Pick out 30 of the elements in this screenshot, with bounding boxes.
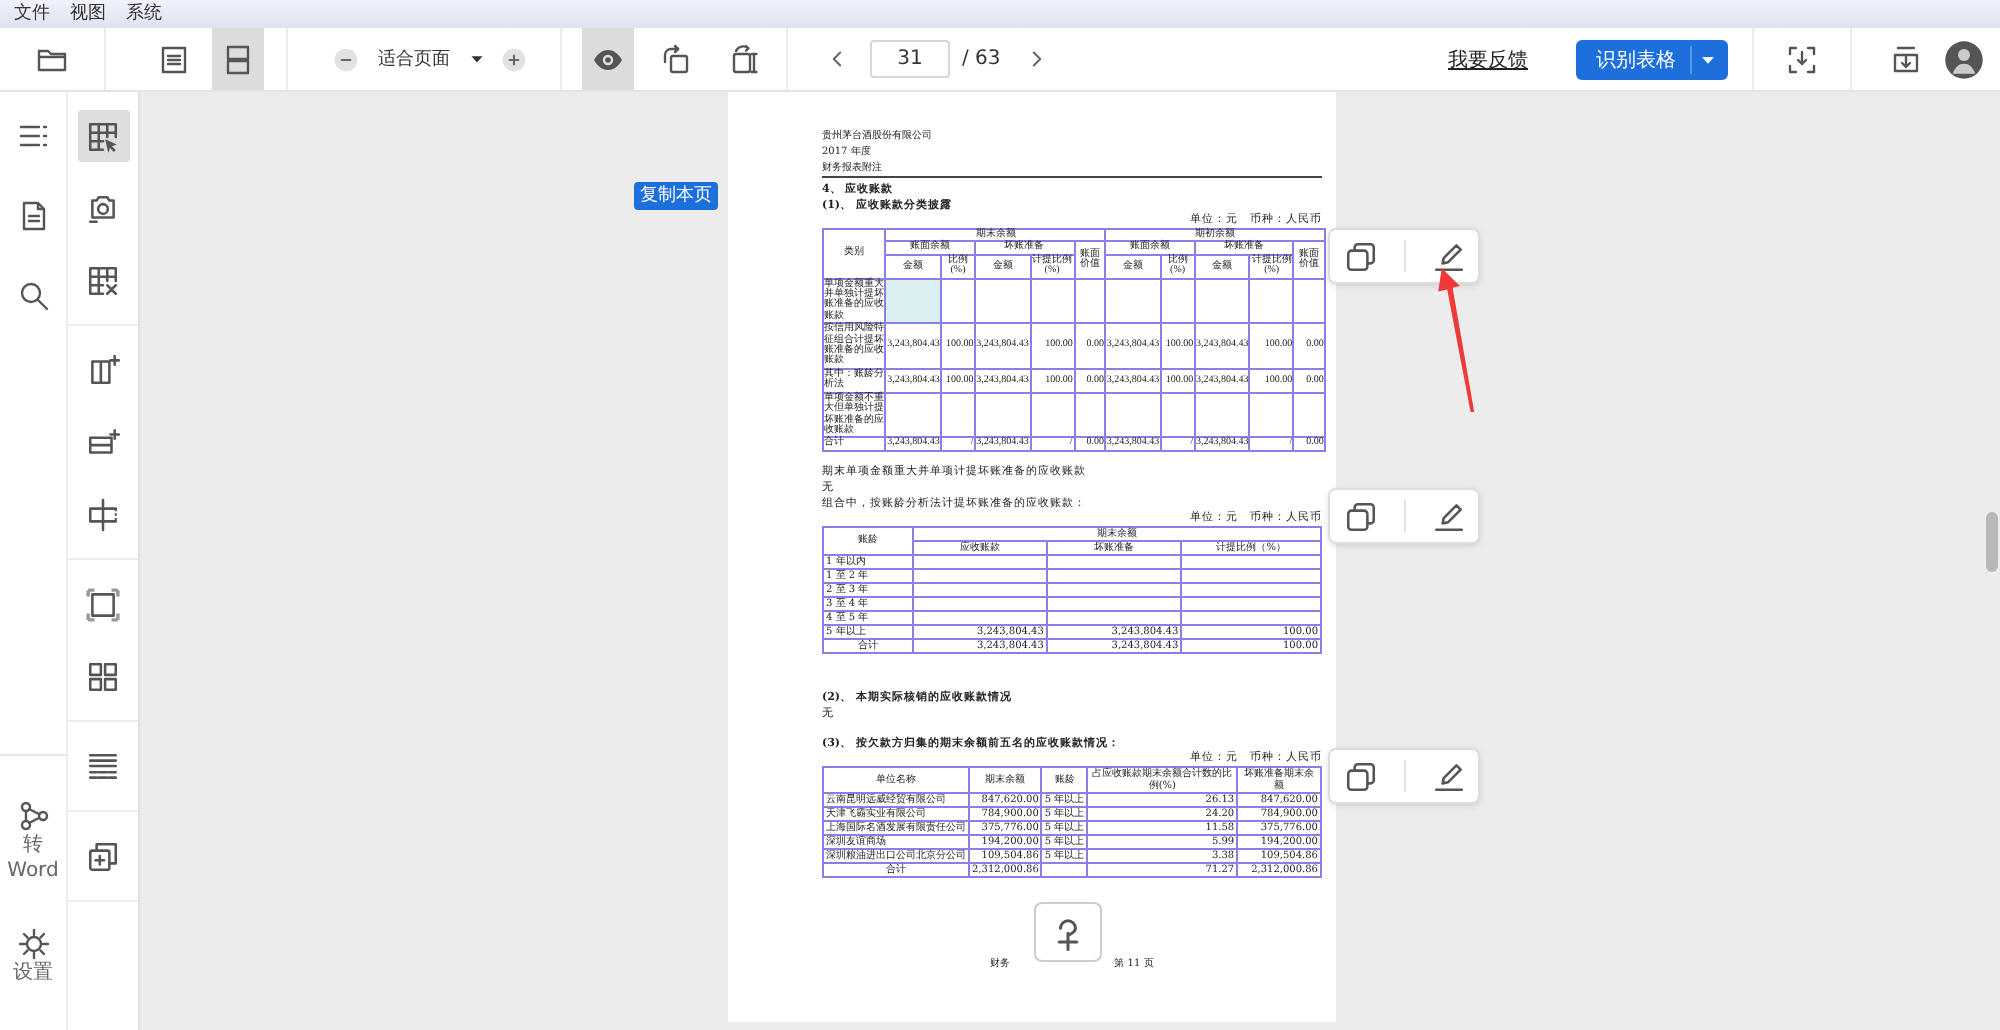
copy-page-tag[interactable]: 复制本页	[634, 182, 718, 210]
add-button[interactable]	[1034, 902, 1102, 962]
zoom-out-icon[interactable]	[332, 45, 360, 73]
edit-icon[interactable]	[1431, 239, 1465, 273]
zoom-dropdown[interactable]: 适合页面	[360, 46, 500, 72]
zoom-in-icon[interactable]	[500, 45, 528, 73]
eye-icon[interactable]	[582, 28, 634, 90]
menu-item[interactable]: 系统	[116, 2, 172, 26]
document-icon[interactable]	[17, 200, 49, 232]
table-select-icon[interactable]	[77, 110, 129, 162]
menu-item[interactable]: 视图	[60, 2, 116, 26]
search-icon[interactable]	[17, 280, 49, 312]
scrollbar-thumb[interactable]	[1986, 512, 1998, 572]
settings-label[interactable]: 设置	[3, 960, 63, 986]
page-total: / 63	[962, 48, 1001, 70]
edit-icon[interactable]	[1431, 499, 1465, 533]
settings-icon[interactable]	[17, 928, 49, 960]
menu-icon[interactable]	[17, 120, 49, 152]
page-input[interactable]: 31	[870, 40, 950, 78]
convert-word-label[interactable]: 转 Word	[3, 832, 63, 884]
menu-item[interactable]: 文件	[4, 2, 60, 26]
edit-icon[interactable]	[1431, 759, 1465, 793]
avatar-icon[interactable]	[1944, 39, 1984, 79]
double-page-icon[interactable]	[212, 28, 264, 90]
copy-icon[interactable]	[1343, 499, 1377, 533]
feedback-link[interactable]: 我要反馈	[1448, 45, 1528, 73]
share-icon[interactable]	[17, 800, 49, 832]
copy-icon[interactable]	[1343, 759, 1377, 793]
recognize-table-button[interactable]: 识别表格	[1576, 39, 1728, 79]
copy-icon[interactable]	[1343, 239, 1377, 273]
